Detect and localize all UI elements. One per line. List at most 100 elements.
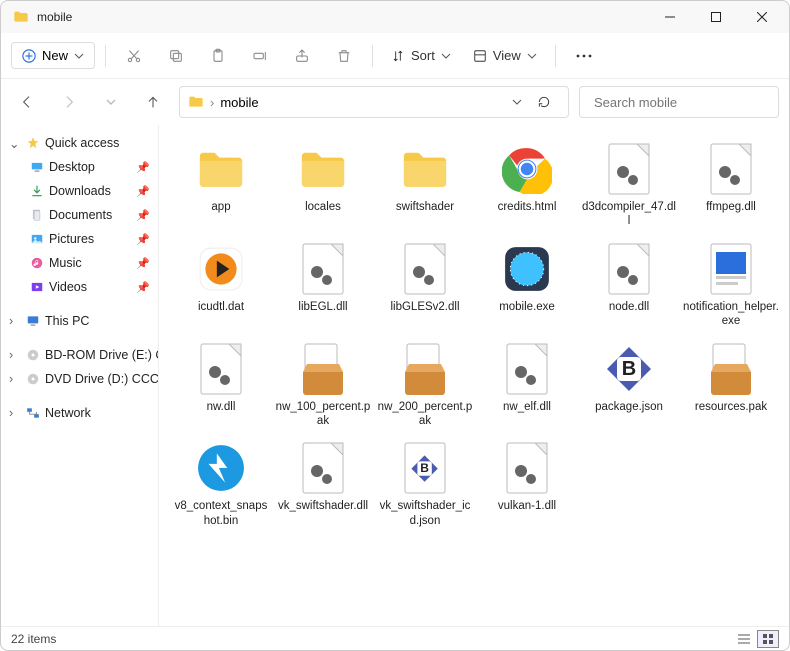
- file-item[interactable]: mobile.exe: [477, 237, 577, 333]
- pc-icon: [25, 313, 41, 329]
- file-label: nw_200_percent.pak: [377, 400, 473, 429]
- icons-view-button[interactable]: [757, 630, 779, 648]
- svg-text:B: B: [420, 461, 429, 475]
- sidebar-item-pictures[interactable]: Pictures📌: [1, 227, 158, 251]
- sidebar-item-desktop[interactable]: Desktop📌: [1, 155, 158, 179]
- file-item[interactable]: libGLESv2.dll: [375, 237, 475, 333]
- videos-icon: [29, 279, 45, 295]
- file-item[interactable]: nw_200_percent.pak: [375, 337, 475, 433]
- file-area[interactable]: app locales swiftshader credits.htmld3dcomp…: [159, 125, 789, 626]
- sidebar-item-documents[interactable]: Documents📌: [1, 203, 158, 227]
- folder-item[interactable]: swiftshader: [375, 137, 475, 233]
- daemon-icon: [193, 440, 249, 496]
- sidebar-label: This PC: [45, 314, 89, 328]
- breadcrumb-item[interactable]: mobile: [220, 95, 258, 110]
- bbedit-icon: B: [601, 341, 657, 397]
- pak-icon: [295, 341, 351, 397]
- minimize-button[interactable]: [647, 1, 693, 33]
- notif-icon: [703, 241, 759, 297]
- file-label: locales: [275, 200, 371, 214]
- file-item[interactable]: resources.pak: [681, 337, 781, 433]
- pin-icon: 📌: [136, 185, 150, 198]
- refresh-button[interactable]: [528, 95, 560, 109]
- chevron-right-icon: ›: [9, 372, 21, 386]
- sidebar-item-label: Downloads: [49, 184, 111, 198]
- sidebar-bdrom[interactable]: › BD-ROM Drive (E:) C: [1, 343, 158, 367]
- disc-icon: [25, 347, 41, 363]
- sidebar-label: DVD Drive (D:) CCCC: [45, 372, 158, 386]
- details-view-button[interactable]: [733, 630, 755, 648]
- file-label: notification_helper.exe: [683, 300, 779, 329]
- file-item[interactable]: Bvk_swiftshader_icd.json: [375, 436, 475, 532]
- new-button[interactable]: New: [11, 42, 95, 69]
- file-item[interactable]: nw_100_percent.pak: [273, 337, 373, 433]
- sort-button[interactable]: Sort: [383, 43, 459, 68]
- sidebar-network[interactable]: › Network: [1, 401, 158, 425]
- file-item[interactable]: notification_helper.exe: [681, 237, 781, 333]
- documents-icon: [29, 207, 45, 223]
- paste-button[interactable]: [200, 40, 236, 72]
- file-item[interactable]: Bpackage.json: [579, 337, 679, 433]
- sidebar-item-music[interactable]: Music📌: [1, 251, 158, 275]
- address-bar[interactable]: › mobile: [179, 86, 569, 118]
- back-button[interactable]: [11, 86, 43, 118]
- dll-icon: [499, 341, 555, 397]
- file-item[interactable]: node.dll: [579, 237, 679, 333]
- sidebar-item-label: Desktop: [49, 160, 95, 174]
- folder-icon: [295, 141, 351, 197]
- sort-label: Sort: [411, 48, 435, 63]
- dll-icon: [499, 440, 555, 496]
- view-button[interactable]: View: [465, 43, 545, 68]
- pin-icon: 📌: [136, 209, 150, 222]
- file-item[interactable]: nw_elf.dll: [477, 337, 577, 433]
- file-item[interactable]: icudtl.dat: [171, 237, 271, 333]
- up-button[interactable]: [137, 86, 169, 118]
- sidebar-dvd[interactable]: › DVD Drive (D:) CCCC: [1, 367, 158, 391]
- sidebar: ⌄ Quick access Desktop📌Downloads📌Documen…: [1, 125, 159, 626]
- file-item[interactable]: libEGL.dll: [273, 237, 373, 333]
- file-label: swiftshader: [377, 200, 473, 214]
- file-label: vk_swiftshader_icd.json: [377, 499, 473, 528]
- copy-button[interactable]: [158, 40, 194, 72]
- chevron-down-icon[interactable]: [512, 97, 522, 107]
- file-label: nw.dll: [173, 400, 269, 414]
- file-item[interactable]: credits.html: [477, 137, 577, 233]
- statusbar: 22 items: [1, 626, 789, 650]
- sidebar-item-videos[interactable]: Videos📌: [1, 275, 158, 299]
- file-label: mobile.exe: [479, 300, 575, 314]
- file-item[interactable]: nw.dll: [171, 337, 271, 433]
- chevron-down-icon: ⌄: [9, 136, 21, 151]
- sidebar-this-pc[interactable]: › This PC: [1, 309, 158, 333]
- file-item[interactable]: ffmpeg.dll: [681, 137, 781, 233]
- delete-button[interactable]: [326, 40, 362, 72]
- file-label: d3dcompiler_47.dll: [581, 200, 677, 229]
- sidebar-item-label: Pictures: [49, 232, 94, 246]
- cut-button[interactable]: [116, 40, 152, 72]
- sidebar-quick-access[interactable]: ⌄ Quick access: [1, 131, 158, 155]
- file-label: nw_elf.dll: [479, 400, 575, 414]
- explorer-window: mobile New Sort View: [0, 0, 790, 651]
- file-item[interactable]: vk_swiftshader.dll: [273, 436, 373, 532]
- file-item[interactable]: v8_context_snapshot.bin: [171, 436, 271, 532]
- rename-button[interactable]: [242, 40, 278, 72]
- forward-button[interactable]: [53, 86, 85, 118]
- dll-icon: [193, 341, 249, 397]
- file-label: libEGL.dll: [275, 300, 371, 314]
- close-button[interactable]: [739, 1, 785, 33]
- sidebar-item-downloads[interactable]: Downloads 📌: [1, 179, 158, 203]
- recent-button[interactable]: [95, 86, 127, 118]
- folder-item[interactable]: app: [171, 137, 271, 233]
- sidebar-item-label: Music: [49, 256, 82, 270]
- file-label: node.dll: [581, 300, 677, 314]
- file-item[interactable]: d3dcompiler_47.dll: [579, 137, 679, 233]
- chevron-right-icon: ›: [9, 348, 21, 362]
- share-button[interactable]: [284, 40, 320, 72]
- maximize-button[interactable]: [693, 1, 739, 33]
- more-button[interactable]: [566, 40, 602, 72]
- folder-item[interactable]: locales: [273, 137, 373, 233]
- sidebar-label: BD-ROM Drive (E:) C: [45, 348, 158, 362]
- search-box[interactable]: [579, 86, 779, 118]
- file-label: package.json: [581, 400, 677, 414]
- search-input[interactable]: [594, 95, 770, 110]
- file-item[interactable]: vulkan-1.dll: [477, 436, 577, 532]
